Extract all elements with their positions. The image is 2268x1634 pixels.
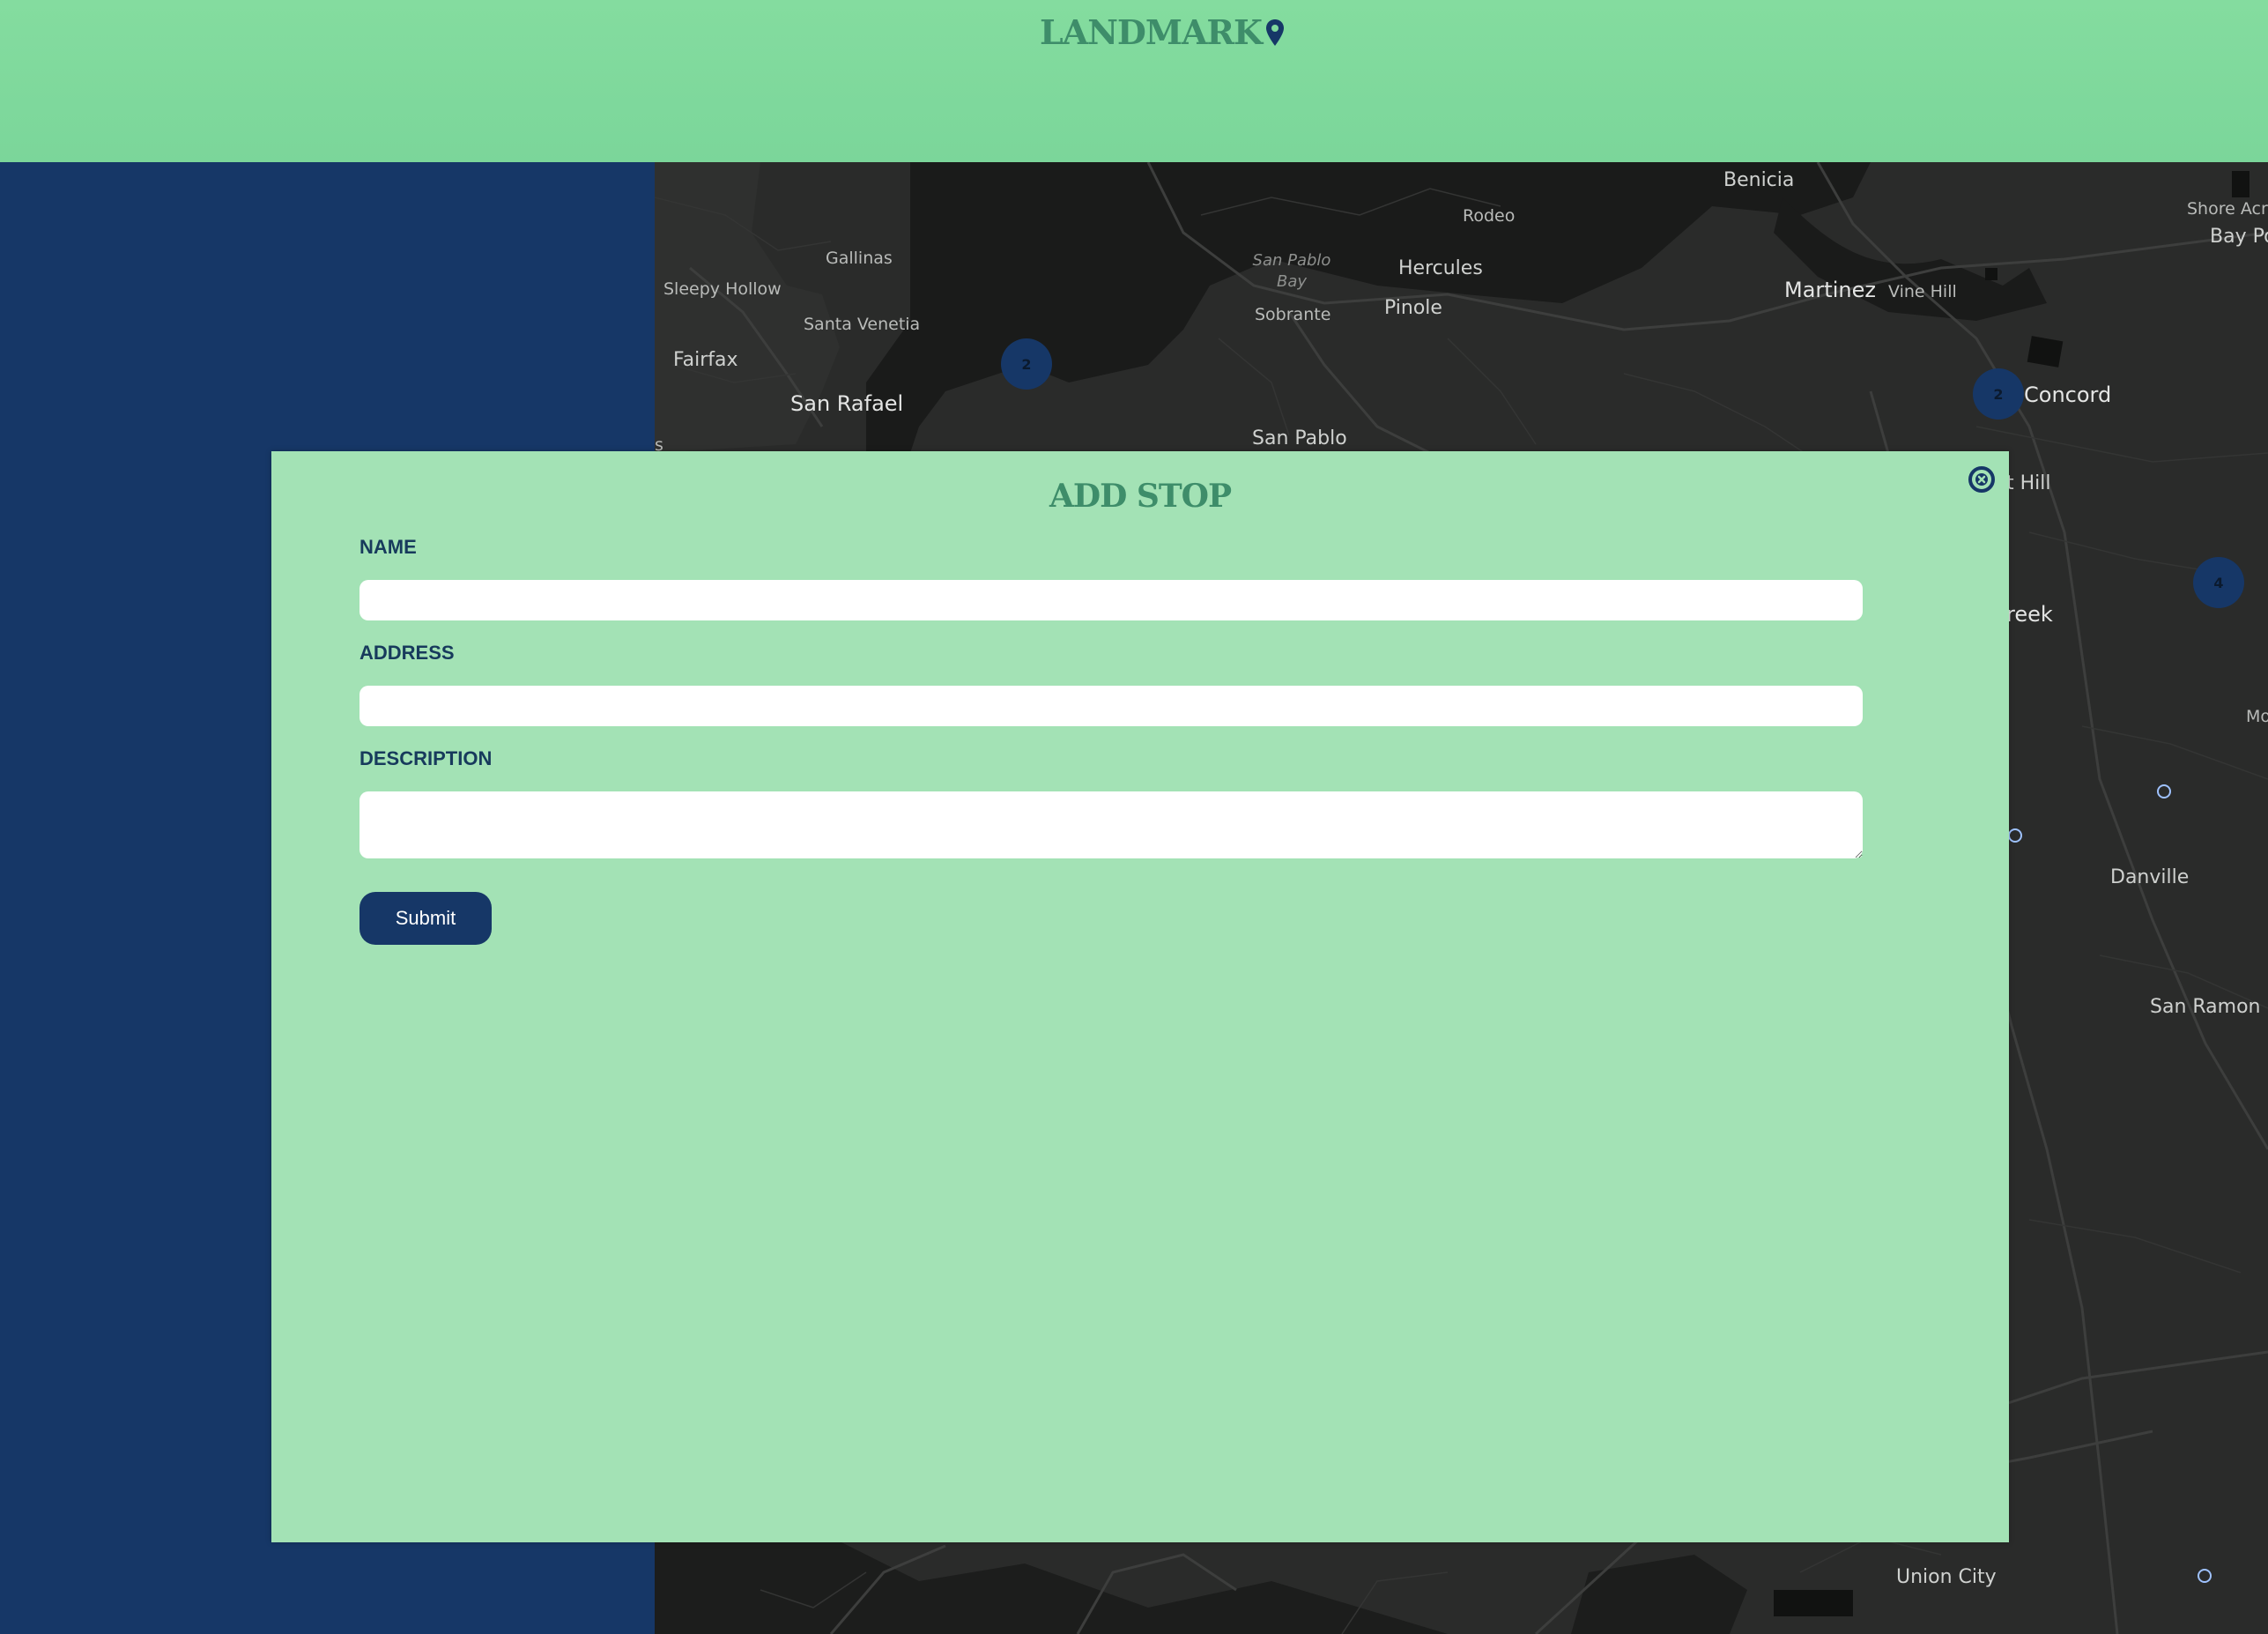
map-label-gallinas: Gallinas bbox=[826, 249, 893, 268]
app-header: LANDMARK bbox=[0, 0, 2268, 162]
map-label-san-pablo-bay: San Pablo Bay bbox=[1252, 251, 1331, 291]
map-label-sobrante: Sobrante bbox=[1255, 305, 1331, 324]
map-label-shore-acres: Shore Acres bbox=[2187, 199, 2268, 219]
name-label: NAME bbox=[359, 536, 417, 558]
submit-button[interactable]: Submit bbox=[359, 892, 492, 945]
map-label-san-pablo: San Pablo bbox=[1252, 427, 1347, 449]
map-label-sleepy-hollow: Sleepy Hollow bbox=[663, 279, 782, 299]
close-circle-icon bbox=[1968, 466, 1995, 493]
close-button[interactable] bbox=[1967, 464, 1997, 494]
description-label: DESCRIPTION bbox=[359, 747, 493, 769]
map-label-martinez: Martinez bbox=[1784, 278, 1876, 302]
map-label-rodeo: Rodeo bbox=[1463, 206, 1516, 226]
map-label-pleasant-hill: t Hill bbox=[2006, 472, 2051, 494]
map-pin-icon bbox=[1266, 19, 1285, 46]
name-input[interactable] bbox=[359, 580, 1863, 620]
map-cluster-marker[interactable]: 4 bbox=[2193, 557, 2244, 608]
map-label-vine-hill: Vine Hill bbox=[1888, 282, 1957, 301]
map-pin-marker[interactable] bbox=[2198, 1569, 2212, 1583]
map-label-walnut-creek: reek bbox=[2006, 602, 2053, 627]
map-label-concord: Concord bbox=[2024, 383, 2112, 407]
map-cluster-marker[interactable]: 2 bbox=[1973, 368, 2024, 420]
map-label-benicia: Benicia bbox=[1723, 169, 1795, 191]
map-label-union-city: Union City bbox=[1896, 1566, 1997, 1588]
map-label-san-ramon: San Ramon bbox=[2150, 996, 2261, 1018]
description-textarea[interactable] bbox=[359, 791, 1863, 858]
map-label-san-rafael: San Rafael bbox=[790, 391, 904, 416]
add-stop-modal: ADD STOP NAME ADDRESS DESCRIPTION Submit bbox=[271, 451, 2009, 1542]
address-label: ADDRESS bbox=[359, 642, 455, 664]
map-label-hercules: Hercules bbox=[1398, 257, 1483, 279]
app-logo[interactable]: LANDMARK bbox=[1040, 12, 1285, 52]
map-label-santa-venetia: Santa Venetia bbox=[804, 315, 921, 334]
map-label-mo: Mo bbox=[2246, 707, 2268, 726]
address-input[interactable] bbox=[359, 686, 1863, 726]
modal-title: ADD STOP bbox=[1049, 478, 1232, 515]
map-label-bay-point: Bay Po bbox=[2210, 226, 2268, 248]
map-label-pinole: Pinole bbox=[1384, 297, 1442, 319]
logo-text: LANDMARK bbox=[1040, 12, 1263, 52]
map-pin-marker[interactable] bbox=[2157, 784, 2171, 798]
map-cluster-marker[interactable]: 2 bbox=[1001, 338, 1052, 390]
map-label-danville: Danville bbox=[2110, 866, 2190, 888]
map-pin-marker[interactable] bbox=[2008, 828, 2022, 843]
map-label-fairfax: Fairfax bbox=[673, 349, 738, 371]
